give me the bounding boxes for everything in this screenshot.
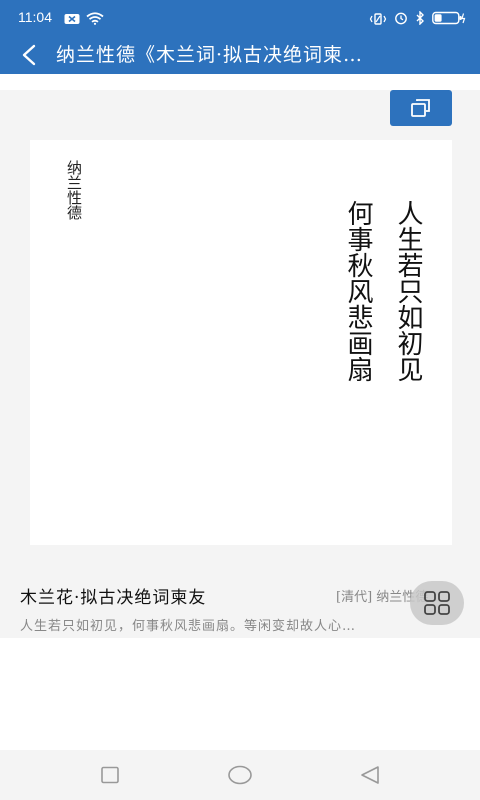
- chevron-left-icon: [22, 44, 36, 66]
- bluetooth-icon: [415, 10, 425, 29]
- battery-icon: [432, 10, 466, 29]
- recent-apps-button[interactable]: [95, 762, 125, 788]
- poem-info[interactable]: 木兰花·拟古决绝词柬友 [清代] 纳兰性德 人生若只如初见，何事秋风悲画扇。等闲…: [0, 575, 480, 637]
- status-bar: 11:04: [0, 0, 480, 36]
- system-nav-bar: [0, 750, 480, 800]
- vibrate-icon: [369, 10, 387, 29]
- status-time: 11:04: [18, 9, 52, 25]
- poem-line-2: 何事秋风悲画扇: [343, 200, 373, 382]
- home-icon: [228, 765, 252, 785]
- poem-title: 木兰花·拟古决绝词柬友: [20, 588, 207, 608]
- wifi-icon: [86, 10, 104, 29]
- back-icon: [361, 766, 379, 784]
- copy-icon: [411, 99, 430, 117]
- floating-menu-button[interactable]: [410, 581, 464, 625]
- page-title: 纳兰性德《木兰词·拟古决绝词柬…: [56, 44, 364, 66]
- home-button[interactable]: [225, 762, 255, 788]
- author-name-vertical: 纳兰性德: [65, 160, 83, 220]
- grid-icon: [424, 591, 450, 615]
- alarm-icon: [394, 10, 408, 29]
- notification-x-icon: [64, 10, 80, 29]
- poem-line-1: 人生若只如初见: [393, 200, 423, 382]
- status-right-icons: [369, 10, 466, 29]
- nav-back-button[interactable]: [355, 762, 385, 788]
- status-left-icons: [64, 10, 104, 29]
- poem-excerpt: 人生若只如初见，何事秋风悲画扇。等闲变却故人心…: [20, 619, 357, 634]
- app-header: 纳兰性德《木兰词·拟古决绝词柬…: [0, 36, 480, 74]
- back-button[interactable]: [12, 38, 46, 72]
- copy-button[interactable]: [390, 90, 452, 126]
- recent-apps-icon: [101, 766, 119, 784]
